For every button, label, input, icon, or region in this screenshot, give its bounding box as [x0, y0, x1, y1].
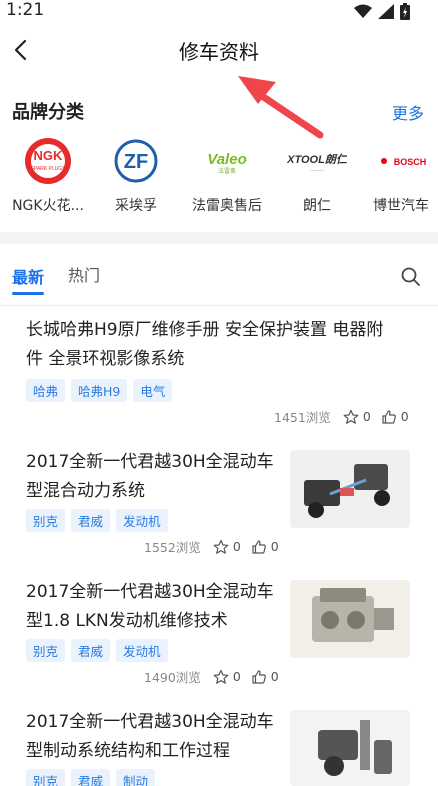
- view-count: 1552浏览: [144, 540, 201, 555]
- tag[interactable]: 君威: [71, 509, 111, 532]
- tab-hot[interactable]: 热门: [68, 262, 100, 286]
- article-item[interactable]: 2017全新一代君越30H全混动车 型制动系统结构和工作过程 别克 君威 制动: [0, 708, 438, 786]
- search-icon[interactable]: [400, 266, 422, 288]
- status-time: 1:21: [6, 0, 45, 20]
- article-tags: 别克 君威 发动机: [26, 639, 168, 662]
- tab-indicator: [12, 292, 44, 295]
- thumbs-up-icon[interactable]: [251, 539, 267, 555]
- article-title: 2017全新一代君越30H全混动车 型混合动力系统: [26, 452, 274, 501]
- article-meta: 1490浏览 0 0: [144, 667, 289, 686]
- like-count: 0: [400, 409, 409, 424]
- brand-item-langren[interactable]: XTOOL朗仁 ______ 朗仁: [272, 135, 362, 215]
- article-tags: 哈弗 哈弗H9 电气: [26, 379, 173, 402]
- brand-name: 采埃孚: [115, 198, 157, 214]
- article-meta: 1552浏览 0 0: [144, 537, 289, 556]
- tab-latest[interactable]: 最新: [12, 264, 44, 288]
- article-tags: 别克 君威 发动机: [26, 509, 168, 532]
- svg-text:BOSCH: BOSCH: [394, 157, 427, 167]
- thumbs-up-icon[interactable]: [251, 669, 267, 685]
- star-count: 0: [232, 539, 241, 554]
- article-item[interactable]: 2017全新一代君越30H全混动车 型1.8 LKN发动机维修技术 别克 君威 …: [0, 578, 438, 696]
- article-title: 2017全新一代君越30H全混动车 型1.8 LKN发动机维修技术: [26, 582, 274, 631]
- tag[interactable]: 君威: [71, 769, 111, 786]
- svg-text:XTOOL朗仁: XTOOL朗仁: [287, 153, 347, 166]
- tag[interactable]: 制动: [116, 769, 156, 786]
- zf-logo: ZF: [91, 135, 181, 187]
- tag[interactable]: 别克: [26, 639, 66, 662]
- svg-text:ZF: ZF: [124, 151, 148, 173]
- xtool-logo: XTOOL朗仁 ______: [272, 135, 362, 187]
- status-icons: [354, 3, 410, 20]
- article-item[interactable]: 2017全新一代君越30H全混动车 型混合动力系统 别克 君威 发动机 1552…: [0, 448, 438, 566]
- tag[interactable]: 别克: [26, 769, 66, 786]
- valeo-logo: Valeo 法雷奥: [182, 135, 272, 187]
- bosch-logo: BOSCH: [356, 135, 438, 187]
- like-count: 0: [270, 669, 279, 684]
- svg-text:法雷奥: 法雷奥: [218, 167, 236, 175]
- like-count: 0: [270, 539, 279, 554]
- star-icon[interactable]: [213, 669, 229, 685]
- page-title: 修车资料: [179, 40, 259, 64]
- svg-text:NGK: NGK: [34, 148, 64, 163]
- tag[interactable]: 电气: [133, 379, 173, 402]
- view-count: 1451浏览: [274, 410, 331, 425]
- ngk-logo: NGK SPARK PLUGS: [3, 135, 93, 187]
- tag[interactable]: 发动机: [116, 639, 168, 662]
- brand-name: 法雷奥售后: [192, 198, 262, 214]
- article-item[interactable]: 长城哈弗H9原厂维修手册 安全保护装置 电器附 件 全景环视影像系统 哈弗 哈弗…: [0, 316, 438, 434]
- tag[interactable]: 君威: [71, 639, 111, 662]
- brand-item-ngk[interactable]: NGK SPARK PLUGS NGK火花...: [3, 135, 93, 215]
- tag[interactable]: 别克: [26, 509, 66, 532]
- section-divider: [0, 232, 438, 244]
- brand-item-bosch[interactable]: BOSCH 博世汽车: [356, 135, 438, 215]
- brand-more-link[interactable]: 更多: [392, 100, 424, 124]
- star-icon[interactable]: [213, 539, 229, 555]
- tag[interactable]: 哈弗H9: [71, 379, 128, 402]
- star-count: 0: [232, 669, 241, 684]
- thumbs-up-icon[interactable]: [381, 409, 397, 425]
- battery-icon: [400, 3, 410, 20]
- brand-name: 博世汽车: [373, 198, 429, 214]
- brand-list: NGK SPARK PLUGS NGK火花... ZF 采埃孚 Valeo 法雷…: [0, 135, 438, 220]
- svg-text:______: ______: [309, 166, 324, 171]
- article-title: 长城哈弗H9原厂维修手册 安全保护装置 电器附 件 全景环视影像系统: [26, 320, 384, 369]
- signal-icon: [378, 4, 394, 19]
- brand-name: 朗仁: [303, 198, 331, 214]
- status-bar: 1:21: [0, 0, 438, 22]
- view-count: 1490浏览: [144, 670, 201, 685]
- article-meta: 1451浏览 0 0: [274, 407, 419, 426]
- brand-name: NGK火花...: [12, 198, 84, 214]
- article-thumbnail: [290, 450, 410, 528]
- svg-text:SPARK PLUGS: SPARK PLUGS: [31, 166, 67, 172]
- article-thumbnail: [290, 580, 410, 658]
- article-thumbnail: [290, 710, 410, 786]
- tag[interactable]: 哈弗: [26, 379, 66, 402]
- brand-item-valeo[interactable]: Valeo 法雷奥 法雷奥售后: [182, 135, 272, 215]
- svg-text:Valeo: Valeo: [207, 151, 246, 168]
- brand-item-zf[interactable]: ZF 采埃孚: [91, 135, 181, 215]
- star-icon[interactable]: [343, 409, 359, 425]
- tab-bar: 最新 热门: [0, 250, 438, 306]
- article-title: 2017全新一代君越30H全混动车 型制动系统结构和工作过程: [26, 712, 274, 761]
- brand-section-heading: 品牌分类: [12, 102, 84, 123]
- wifi-icon: [354, 4, 372, 18]
- header: 修车资料: [0, 22, 438, 78]
- article-tags: 别克 君威 制动: [26, 769, 156, 786]
- star-count: 0: [362, 409, 371, 424]
- tag[interactable]: 发动机: [116, 509, 168, 532]
